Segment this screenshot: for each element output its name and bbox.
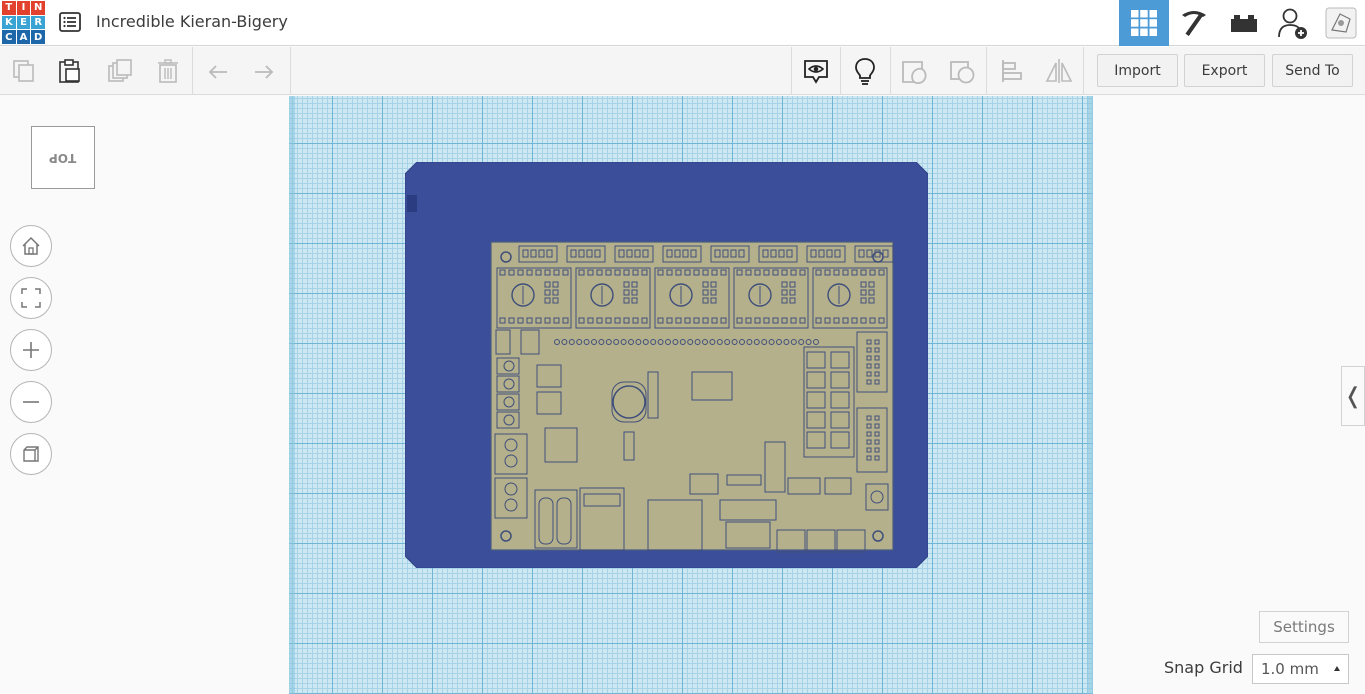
- undo-button[interactable]: [202, 55, 234, 87]
- logo-letter: D: [31, 30, 45, 44]
- delete-button[interactable]: [152, 55, 184, 87]
- pcb-board: [490, 241, 894, 553]
- invite-user-button[interactable]: [1269, 0, 1317, 46]
- lightbulb-icon: [855, 58, 875, 85]
- logo-letter: A: [16, 30, 31, 44]
- zoom-out-button[interactable]: [10, 381, 52, 423]
- toolbar-divider: [1083, 47, 1084, 94]
- notes-eye-icon: [804, 60, 828, 84]
- snap-grid-label: Snap Grid: [1164, 658, 1243, 677]
- toolbar-divider: [192, 47, 193, 94]
- design-title[interactable]: Incredible Kieran-Bigery: [96, 12, 288, 31]
- fit-view-icon: [21, 288, 41, 308]
- paste-button[interactable]: [54, 55, 86, 87]
- tinkercad-editor: T I N K E R C A D Incredible Kieran-Bige…: [0, 0, 1365, 694]
- ungroup-button[interactable]: [946, 55, 978, 87]
- edit-toolbar: Import Export Send To: [0, 47, 1365, 95]
- pickaxe-icon: [1182, 11, 1206, 36]
- copy-button[interactable]: [8, 55, 40, 87]
- profile-avatar-icon: [1325, 7, 1357, 39]
- view-cube[interactable]: TOP: [31, 126, 95, 189]
- settings-button[interactable]: Settings: [1259, 611, 1349, 643]
- logo-letter: T: [2, 1, 16, 15]
- list-icon: [59, 12, 81, 32]
- snap-grid-value: 1.0 mm: [1261, 660, 1319, 678]
- toolbar-divider: [986, 47, 987, 94]
- design-menu-button[interactable]: [58, 10, 82, 34]
- tinkercad-logo[interactable]: T I N K E R C A D: [2, 1, 45, 44]
- add-user-icon: [1278, 8, 1307, 39]
- shapes-panel-toggle[interactable]: ❬: [1341, 366, 1365, 426]
- profile-button[interactable]: [1317, 0, 1365, 46]
- view-switcher: [1119, 0, 1365, 46]
- logo-letter: E: [16, 15, 31, 30]
- notes-button[interactable]: [800, 55, 832, 87]
- align-button[interactable]: [996, 55, 1028, 87]
- circuits-button[interactable]: [1169, 0, 1219, 46]
- logo-letter: R: [31, 15, 45, 30]
- zoom-out-icon: [23, 401, 39, 403]
- snap-grid-select[interactable]: 1.0 mm: [1252, 654, 1349, 684]
- zoom-in-icon: [23, 342, 39, 358]
- delete-icon: [158, 59, 178, 83]
- workplane-edge: [289, 96, 295, 694]
- copy-icon: [13, 60, 34, 82]
- ungroup-icon: [950, 61, 975, 84]
- grid-icon: [1131, 10, 1157, 36]
- workplane-edge: [1087, 96, 1093, 694]
- toolbar-divider: [791, 47, 792, 94]
- toolbar-divider: [890, 47, 891, 94]
- zoom-in-button[interactable]: [10, 329, 52, 371]
- export-button[interactable]: Export: [1184, 54, 1265, 87]
- 3d-design-button[interactable]: [1119, 0, 1169, 46]
- import-button[interactable]: Import: [1097, 54, 1178, 87]
- ramps-board-model[interactable]: [405, 162, 928, 568]
- caret-up-icon: [1334, 666, 1340, 671]
- mirror-button[interactable]: [1043, 55, 1075, 87]
- paste-icon: [59, 59, 80, 83]
- fit-view-button[interactable]: [10, 277, 52, 319]
- chevron-left-icon: ❬: [1343, 383, 1363, 409]
- mirror-icon: [1045, 59, 1073, 83]
- plate-notch: [407, 195, 417, 212]
- logo-letter: N: [31, 1, 45, 15]
- undo-icon: [208, 65, 227, 79]
- group-icon: [902, 61, 927, 85]
- logo-letter: I: [16, 1, 31, 15]
- home-view-button[interactable]: [10, 225, 52, 267]
- logo-letter: C: [2, 30, 16, 44]
- toolbar-divider: [290, 47, 291, 94]
- home-icon: [22, 236, 40, 255]
- top-bar: T I N K E R C A D Incredible Kieran-Bige…: [0, 0, 1365, 46]
- ortho-view-icon: [23, 446, 39, 462]
- duplicate-button[interactable]: [104, 55, 136, 87]
- logo-letter: K: [2, 15, 16, 30]
- view-cube-face-label: TOP: [49, 150, 77, 165]
- redo-icon: [255, 65, 274, 79]
- duplicate-icon: [108, 59, 132, 82]
- ortho-view-button[interactable]: [10, 433, 52, 475]
- brick-icon: [1231, 15, 1257, 32]
- lightbulb-button[interactable]: [849, 55, 881, 87]
- codeblocks-button[interactable]: [1219, 0, 1269, 46]
- send-to-button[interactable]: Send To: [1272, 54, 1353, 87]
- redo-button[interactable]: [248, 55, 280, 87]
- group-button[interactable]: [898, 55, 930, 87]
- align-icon: [1002, 60, 1022, 82]
- toolbar-divider: [840, 47, 841, 94]
